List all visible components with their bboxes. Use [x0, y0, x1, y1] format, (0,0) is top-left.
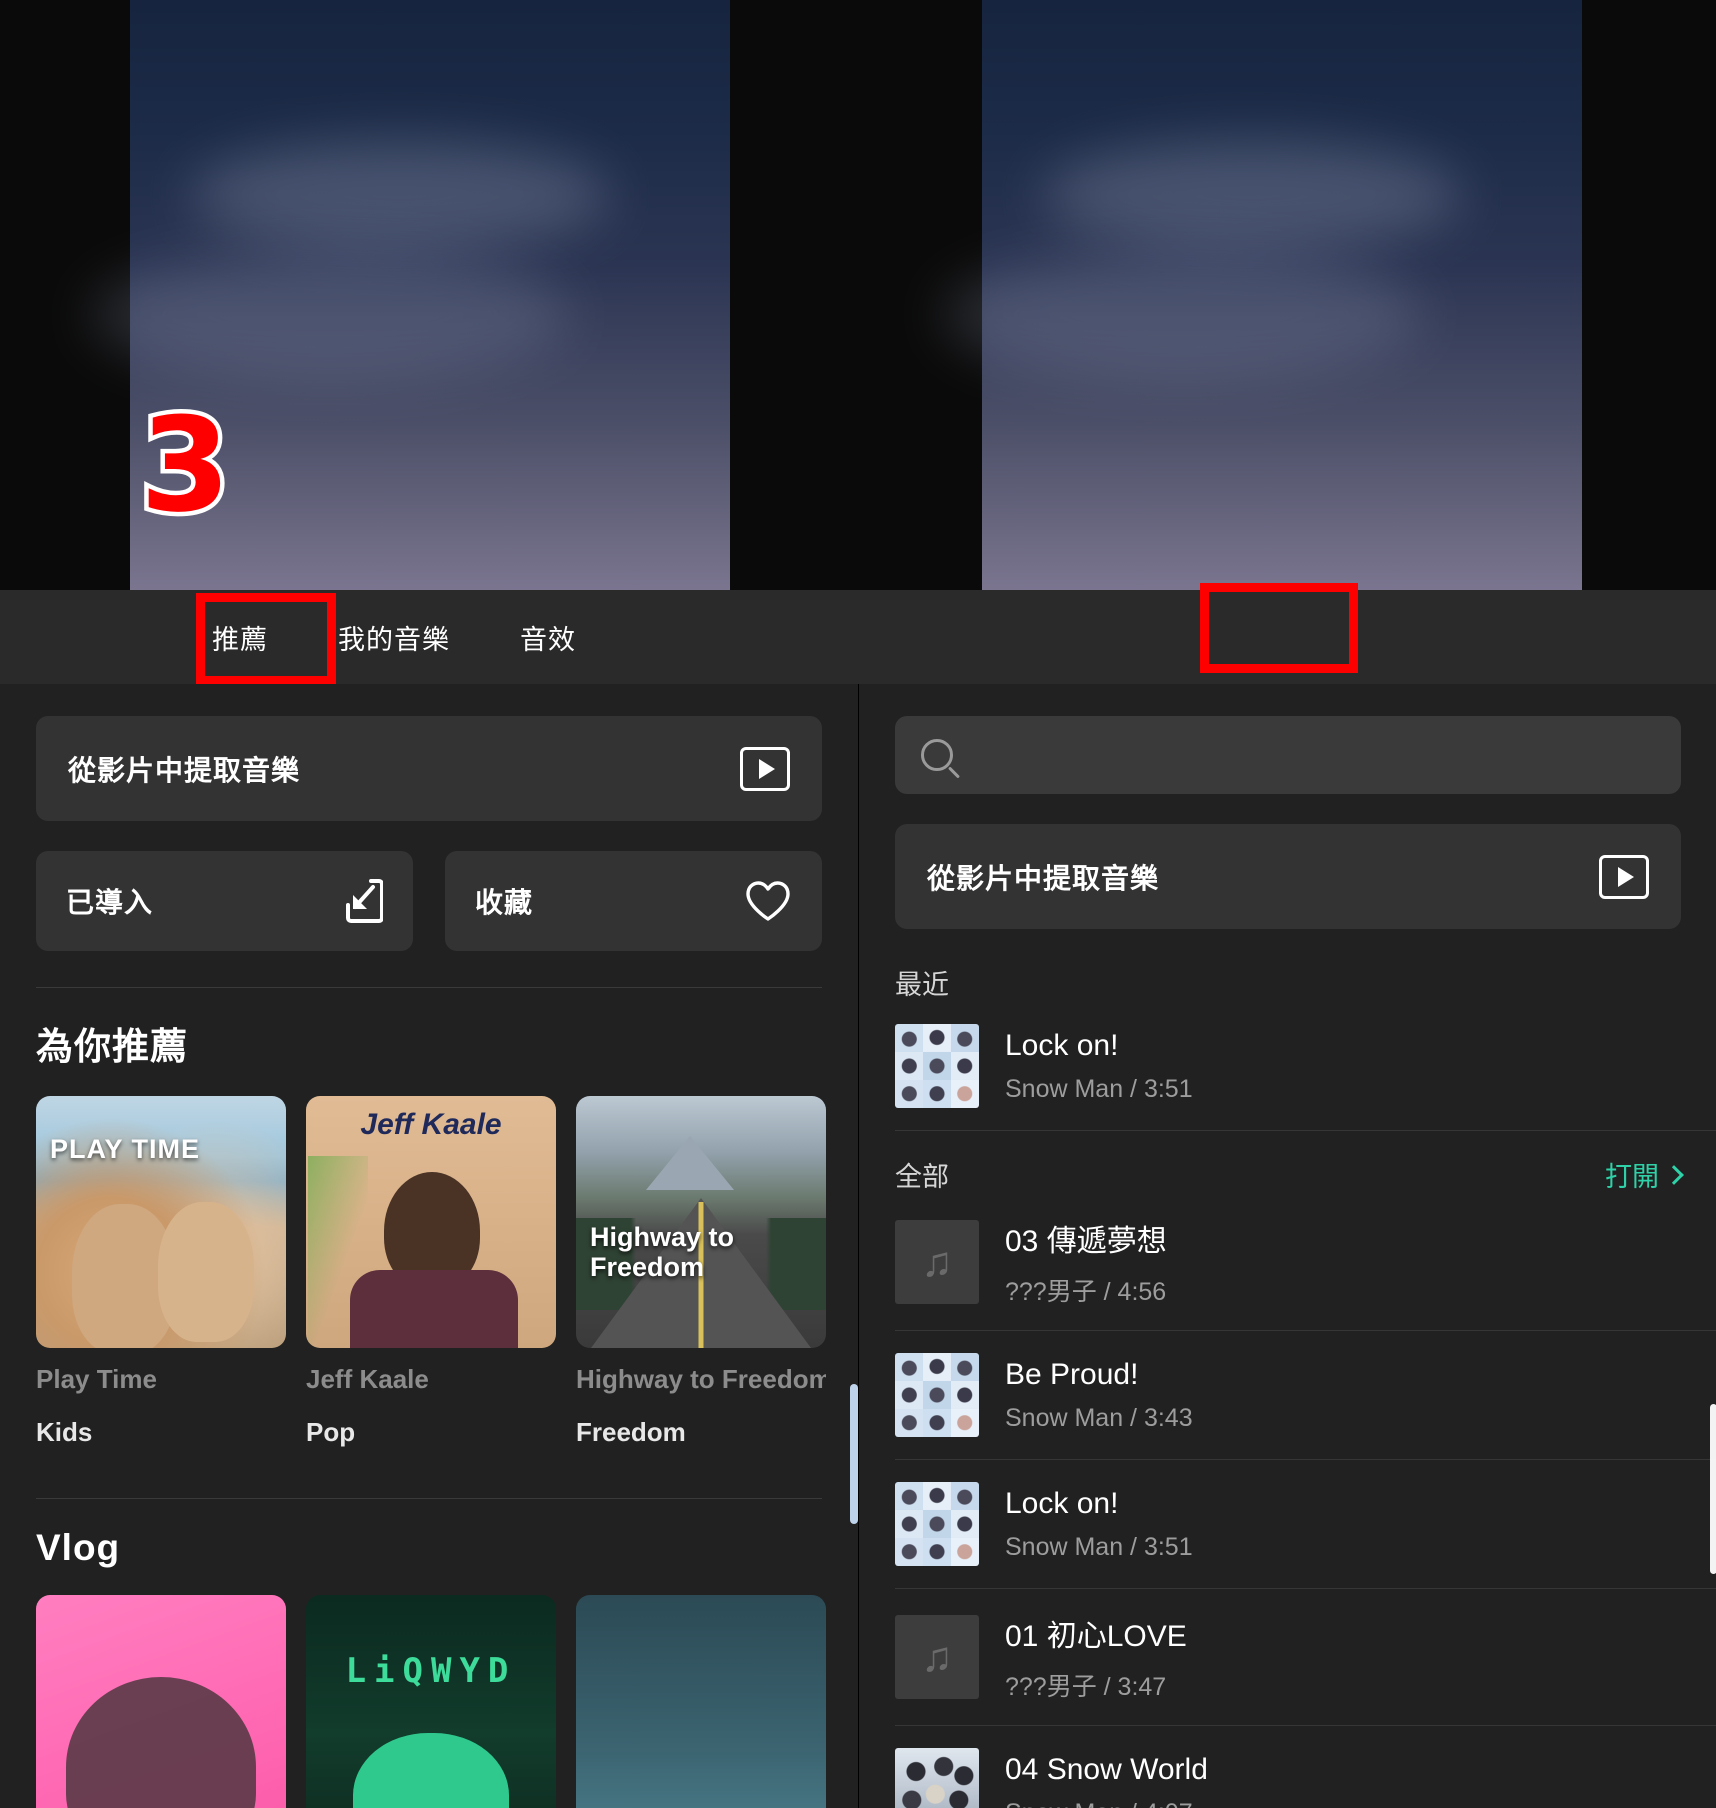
import-arrow-icon — [346, 879, 383, 923]
recent-label: 最近 — [895, 970, 949, 1000]
vlog-section-title: Vlog — [36, 1527, 121, 1568]
album-thumbnail — [895, 1024, 979, 1108]
open-label: 打開 — [1605, 1162, 1659, 1192]
music-note-icon: ♫ — [921, 1238, 953, 1285]
music-note-icon: ♫ — [921, 1633, 953, 1680]
track-row[interactable]: Lock on! Snow Man / 3:51 — [895, 1460, 1716, 1589]
extract-music-card-right[interactable]: 從影片中提取音樂 — [895, 824, 1681, 929]
album-thumbnail — [895, 1748, 979, 1808]
right-panel-scrollbar[interactable] — [1710, 1404, 1716, 1574]
album-art-highway: Highway to Freedom — [576, 1096, 826, 1348]
vlog-card[interactable] — [576, 1595, 826, 1808]
extract-music-label-left: 從影片中提取音樂 — [68, 754, 301, 786]
track-row[interactable]: ♫ 03 傳遞夢想 ???男子 / 4:56 — [895, 1194, 1716, 1331]
app-screen: 3 4 推薦 我的音樂 音效 推薦 我的音樂 音效 從影片中提取音樂 — [0, 0, 1716, 1808]
album-thumbnail — [895, 1353, 979, 1437]
track-title: 04 Snow World — [1005, 1752, 1208, 1786]
album-name: Highway to Freedom — [576, 1364, 826, 1394]
track-row[interactable]: Be Proud! Snow Man / 3:43 — [895, 1331, 1716, 1460]
video-preview-right[interactable]: 4 — [858, 0, 1716, 590]
vlog-art-third — [576, 1595, 826, 1808]
album-art-text: Highway to Freedom — [590, 1222, 735, 1283]
album-art-text: PLAY TIME — [50, 1134, 201, 1164]
vlog-cards: LiQWYD — [36, 1595, 858, 1808]
tabbar-left: 推薦 我的音樂 音效 — [0, 590, 858, 684]
recommend-section-title: 為你推薦 — [36, 1026, 188, 1067]
tab-my-music-left[interactable]: 我的音樂 — [338, 618, 450, 657]
step-number-3: 3 — [135, 389, 235, 541]
divider-2 — [36, 1498, 822, 1499]
track-title: Be Proud! — [1005, 1357, 1139, 1391]
album-card[interactable]: PLAY TIME Play Time Kids — [36, 1096, 286, 1448]
track-title: Lock on! — [1005, 1486, 1119, 1520]
tabbar-right: 推薦 我的音樂 音效 — [858, 590, 1716, 684]
track-title: 01 初心LOVE — [1005, 1620, 1187, 1653]
vlog-art-philip — [36, 1595, 286, 1808]
preview-image-right — [942, 0, 1582, 590]
track-subtitle: Snow Man / 3:43 — [1005, 1403, 1193, 1432]
extract-music-card-left[interactable]: 從影片中提取音樂 — [36, 716, 822, 821]
album-art-text: Jeff Kaale — [360, 1108, 502, 1141]
panel-my-music: 從影片中提取音樂 最近 Lock on! Snow Man / 3:51 全部 … — [858, 684, 1716, 1808]
vlog-card[interactable]: LiQWYD — [306, 1595, 556, 1808]
left-panel-scrollbar[interactable] — [850, 1384, 858, 1524]
track-subtitle: Snow Man / 4:07 — [1005, 1799, 1716, 1808]
track-row[interactable]: 04 Snow World Snow Man / 4:07 — [895, 1726, 1716, 1808]
track-subtitle: Snow Man / 3:51 — [1005, 1074, 1193, 1103]
video-preview-left[interactable]: 3 — [0, 0, 858, 590]
chevron-right-icon — [1664, 1164, 1684, 1185]
track-subtitle: ???男子 / 3:47 — [1005, 1673, 1167, 1701]
track-row[interactable]: Lock on! Snow Man / 3:51 — [895, 1002, 1716, 1131]
imported-label: 已導入 — [66, 887, 154, 918]
album-tag: Kids — [36, 1417, 93, 1447]
play-button-icon — [740, 746, 790, 791]
divider-1 — [36, 987, 822, 988]
recent-section-header: 最近 — [895, 963, 1681, 1002]
vlog-card[interactable] — [36, 1595, 286, 1808]
tab-sound-effects-left[interactable]: 音效 — [520, 618, 576, 657]
album-name: Jeff Kaale — [306, 1364, 429, 1394]
track-title: Lock on! — [1005, 1028, 1119, 1062]
panel-recommend: 從影片中提取音樂 已導入 收藏 為你推薦 PLAY TIME Play Time… — [0, 684, 858, 1808]
track-title: 03 傳遞夢想 — [1005, 1225, 1167, 1258]
all-section-header: 全部 打開 — [895, 1155, 1684, 1194]
favorites-label: 收藏 — [475, 887, 534, 918]
album-card[interactable]: Jeff Kaale Jeff Kaale Pop — [306, 1096, 556, 1448]
album-card[interactable]: Highway to Freedom Highway to Freedom Fr… — [576, 1096, 826, 1448]
recommend-cards: PLAY TIME Play Time Kids Jeff Kaale Jeff… — [36, 1096, 858, 1448]
extract-music-label-right: 從影片中提取音樂 — [927, 862, 1160, 894]
heart-icon — [746, 881, 790, 921]
search-icon — [921, 739, 953, 771]
vlog-art-text: LiQWYD — [345, 1651, 517, 1691]
video-preview-row: 3 4 — [0, 0, 1716, 590]
search-input[interactable] — [971, 738, 1655, 772]
album-tag: Pop — [306, 1417, 356, 1447]
imported-card[interactable]: 已導入 — [36, 851, 413, 951]
tab-recommend-left[interactable]: 推薦 — [212, 618, 268, 657]
track-subtitle: ???男子 / 4:56 — [1005, 1278, 1167, 1306]
album-art-play-time: PLAY TIME — [36, 1096, 286, 1348]
album-name: Play Time — [36, 1364, 157, 1394]
album-art-jeff-kaale: Jeff Kaale — [306, 1096, 556, 1348]
track-subtitle: Snow Man / 3:51 — [1005, 1532, 1193, 1561]
album-thumbnail — [895, 1482, 979, 1566]
search-bar[interactable] — [895, 716, 1681, 794]
all-label: 全部 — [895, 1162, 949, 1192]
favorites-card[interactable]: 收藏 — [445, 851, 822, 951]
music-note-thumbnail: ♫ — [895, 1615, 979, 1699]
track-row[interactable]: ♫ 01 初心LOVE ???男子 / 3:47 — [895, 1589, 1716, 1726]
play-button-icon — [1599, 854, 1649, 899]
album-tag: Freedom — [576, 1417, 686, 1447]
vlog-art-liqwyd: LiQWYD — [306, 1595, 556, 1808]
open-link[interactable]: 打開 — [1605, 1155, 1684, 1194]
music-note-thumbnail: ♫ — [895, 1220, 979, 1304]
